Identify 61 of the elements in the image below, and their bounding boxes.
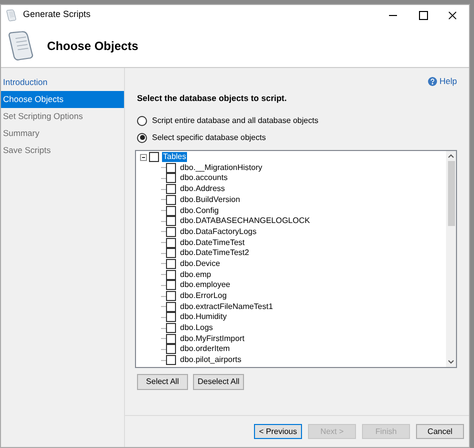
tree-item[interactable]: dbo.DateTimeTest <box>180 236 245 249</box>
scrollbar[interactable] <box>446 150 456 367</box>
tree-action-button[interactable]: Select All <box>137 374 188 390</box>
tree-item[interactable]: dbo.accounts <box>180 172 228 184</box>
checkbox[interactable] <box>166 344 176 354</box>
checkbox[interactable] <box>166 258 176 269</box>
help-icon <box>428 76 437 86</box>
tree-item[interactable]: dbo.DATABASECHANGELOGLOCK <box>180 215 310 228</box>
maximize-icon[interactable] <box>419 10 428 20</box>
checkbox[interactable] <box>166 226 176 237</box>
tree-item[interactable]: dbo.MyFirstImport <box>180 332 244 345</box>
checkbox[interactable] <box>166 238 176 248</box>
checkbox[interactable] <box>166 194 176 205</box>
tree-item[interactable]: dbo.employee <box>180 279 230 292</box>
tree-item[interactable]: dbo.Humidity <box>180 311 227 324</box>
window-title: Generate Scripts <box>23 8 91 22</box>
checkbox[interactable] <box>166 216 176 226</box>
checkbox[interactable] <box>166 334 176 344</box>
tree-item[interactable]: dbo.Address <box>180 183 225 196</box>
minimize-icon[interactable] <box>389 14 397 16</box>
checkbox[interactable] <box>166 206 176 216</box>
checkbox[interactable] <box>166 162 176 173</box>
close-icon[interactable] <box>448 10 457 20</box>
checkbox[interactable] <box>166 355 176 366</box>
checkbox[interactable] <box>166 302 176 312</box>
tree-item[interactable]: dbo.pilot_airports <box>180 354 242 366</box>
tree-item[interactable]: dbo.emp <box>180 268 212 281</box>
nav-item[interactable]: Choose Objects <box>1 91 124 108</box>
checkbox[interactable] <box>166 312 176 322</box>
tree-item[interactable]: dbo.ErrorLog <box>180 290 227 302</box>
page-title: Choose Objects <box>47 38 138 55</box>
tree-node[interactable]: Tables <box>162 152 188 162</box>
radio-button[interactable] <box>137 116 147 126</box>
collapse-toggle[interactable] <box>140 154 147 161</box>
nav-item[interactable]: Introduction <box>1 74 124 91</box>
tree-item[interactable]: dbo.orderItem <box>180 343 230 356</box>
checkbox[interactable] <box>166 173 176 184</box>
checkbox[interactable] <box>166 270 176 280</box>
wizard-button[interactable]: < Previous <box>254 424 302 439</box>
tree-item[interactable]: dbo.DateTimeTest2 <box>180 247 250 260</box>
radio-label: Script entire database and all database objects <box>152 114 318 127</box>
radio-button[interactable] <box>137 132 147 143</box>
help-link[interactable]: Help <box>440 74 457 88</box>
tree-item[interactable]: dbo.extractFileNameTest1 <box>180 300 273 313</box>
tree-item[interactable]: dbo.DataFactoryLogs <box>180 226 256 238</box>
checkbox[interactable] <box>166 291 176 302</box>
checkbox[interactable] <box>166 323 176 334</box>
tree-item[interactable]: dbo.BuildVersion <box>180 194 240 206</box>
checkbox[interactable] <box>149 152 159 162</box>
tree-item[interactable]: dbo.Config <box>180 204 219 217</box>
checkbox[interactable] <box>166 280 176 290</box>
tree-action-button[interactable]: Deselect All <box>193 374 244 390</box>
scroll-icon <box>5 8 17 22</box>
checkbox[interactable] <box>166 248 176 258</box>
tree-item[interactable]: dbo.Logs <box>180 322 213 334</box>
wizard-button[interactable]: Cancel <box>416 424 464 439</box>
instruction-text: Select the database objects to script. <box>137 92 288 105</box>
radio-label: Select specific database objects <box>152 132 266 144</box>
tree-item[interactable]: dbo.Device <box>180 258 220 270</box>
tree-item[interactable]: dbo.__MigrationHistory <box>180 162 262 174</box>
checkbox[interactable] <box>166 184 176 194</box>
